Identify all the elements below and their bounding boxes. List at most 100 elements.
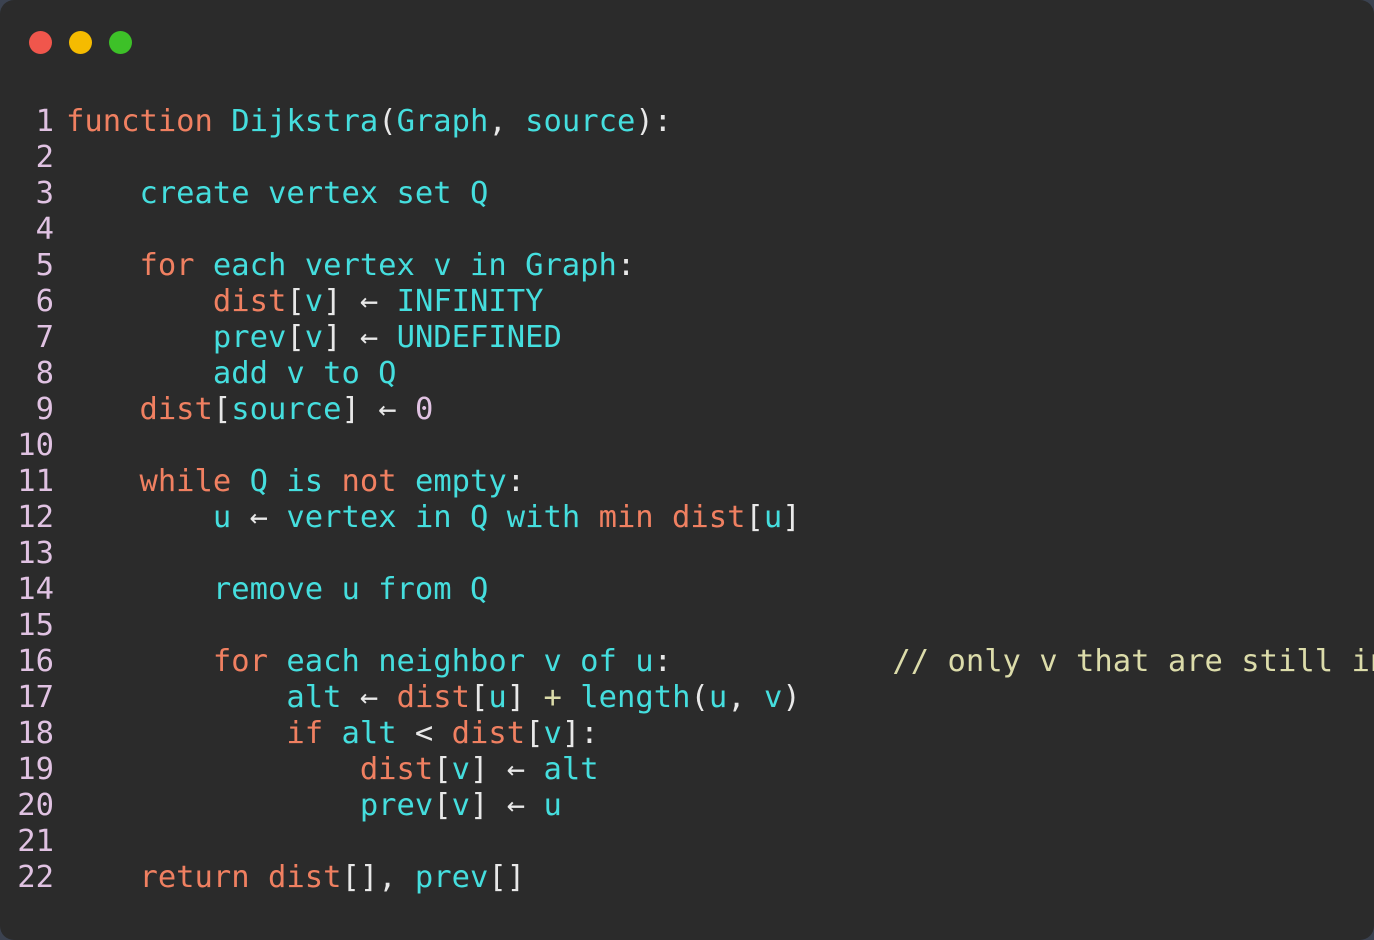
token-id: each vertex v in Graph [212, 248, 617, 283]
token-punct [66, 860, 139, 895]
code-editor-content[interactable]: 1 function Dijkstra(Graph, source): 2 3 cre… [0, 84, 1374, 940]
line-content: create vertex set Q [66, 176, 1374, 212]
token-punct: [ [745, 500, 764, 535]
token-punct: ]: [561, 716, 599, 751]
window-titlebar [0, 0, 1374, 84]
token-punct: : [506, 464, 526, 499]
token-punct: ] [341, 392, 379, 427]
token-kw: return [139, 860, 250, 895]
token-kw: dist [672, 500, 746, 535]
code-line[interactable]: 22 return dist[], prev[] [0, 860, 1374, 896]
token-punct [378, 320, 396, 355]
token-id: u [212, 500, 232, 535]
line-number: 12 [17, 500, 54, 535]
token-kw: dist [268, 860, 342, 895]
code-line[interactable]: 1 function Dijkstra(Graph, source): [0, 104, 1374, 140]
token-punct [562, 680, 580, 715]
token-punct [323, 716, 341, 751]
token-id: source [525, 104, 636, 139]
line-content: return dist[], prev[] [66, 860, 1374, 896]
token-arrow: ← [359, 320, 379, 355]
line-content: add v to Q [66, 356, 1374, 392]
close-window-button[interactable] [29, 30, 52, 54]
code-line[interactable]: 2 [0, 140, 1374, 176]
token-punct [378, 680, 396, 715]
token-comment: // only v that are still in Q [892, 644, 1374, 679]
token-punct: ] [470, 752, 507, 787]
token-punct [268, 644, 286, 679]
code-line[interactable]: 21 [0, 824, 1374, 860]
token-punct: < [396, 716, 452, 751]
code-line[interactable]: 8 add v to Q [0, 356, 1374, 392]
token-id: alt [286, 680, 342, 715]
token-punct: : [653, 644, 673, 679]
line-number: 18 [17, 716, 54, 751]
code-line[interactable]: 15 [0, 608, 1374, 644]
line-content: dist[source] ← 0 [66, 392, 1374, 428]
token-punct: ] [506, 680, 544, 715]
code-line[interactable]: 5 for each vertex v in Graph: [0, 248, 1374, 284]
line-number: 8 [35, 356, 54, 391]
code-line[interactable]: 4 [0, 212, 1374, 248]
token-punct: : [616, 248, 636, 283]
token-kw: if [286, 716, 324, 751]
token-punct: [ [286, 284, 305, 319]
token-id: prev [212, 320, 287, 355]
token-id: v [304, 320, 324, 355]
code-line[interactable]: 3 create vertex set Q [0, 176, 1374, 212]
code-editor-window: 1 function Dijkstra(Graph, source): 2 3 cre… [0, 0, 1374, 940]
code-line[interactable]: 13 [0, 536, 1374, 572]
token-arrow: ← [506, 752, 526, 787]
line-number: 6 [35, 284, 54, 319]
line-content: while Q is not empty: [66, 464, 1374, 500]
code-line[interactable]: 9 dist[source] ← 0 [0, 392, 1374, 428]
token-arrow: ← [506, 788, 526, 823]
token-punct [66, 500, 213, 535]
token-id: UNDEFINED [396, 320, 562, 355]
code-line[interactable]: 14 remove u from Q [0, 572, 1374, 608]
code-line[interactable]: 6 dist[v] ← INFINITY [0, 284, 1374, 320]
code-line[interactable]: 10 [0, 428, 1374, 464]
token-id: u [543, 788, 562, 823]
code-line[interactable]: 20 prev[v] ← u [0, 788, 1374, 824]
token-punct: ) [782, 680, 801, 715]
token-punct: [] [488, 860, 526, 895]
token-id: u [708, 680, 728, 715]
token-punct: [ [470, 680, 489, 715]
code-line[interactable]: 11 while Q is not empty: [0, 464, 1374, 500]
line-number: 20 [17, 788, 54, 823]
token-punct: , [488, 104, 526, 139]
code-line[interactable]: 17 alt ← dist[u] + length(u, v) [0, 680, 1374, 716]
token-punct [268, 500, 286, 535]
token-id: source [231, 392, 342, 427]
token-id: v [763, 680, 783, 715]
code-line[interactable]: 12 u ← vertex in Q with min dist[u] [0, 500, 1374, 536]
line-number: 2 [35, 140, 54, 175]
code-line[interactable]: 7 prev[v] ← UNDEFINED [0, 320, 1374, 356]
code-line[interactable]: 16 for each neighbor v of u: // only v t… [0, 644, 1374, 680]
token-punct: [ [212, 392, 232, 427]
line-content: dist[v] ← INFINITY [66, 284, 1374, 320]
token-punct: ] [470, 788, 507, 823]
token-punct [250, 860, 268, 895]
line-content: remove u from Q [66, 572, 1374, 608]
token-punct: ): [635, 104, 673, 139]
token-arrow: ← [359, 680, 379, 715]
token-punct [525, 788, 543, 823]
token-punct [66, 680, 286, 715]
minimize-window-button[interactable] [69, 30, 92, 54]
token-punct [66, 392, 139, 427]
code-line[interactable]: 18 if alt < dist[v]: [0, 716, 1374, 752]
line-content: prev[v] ← u [66, 788, 1374, 824]
maximize-window-button[interactable] [109, 30, 132, 54]
line-number: 14 [17, 572, 54, 607]
line-content: if alt < dist[v]: [66, 716, 1374, 752]
token-kw: not [341, 464, 397, 499]
token-punct [66, 284, 213, 319]
line-content: for each neighbor v of u: // only v that… [66, 644, 1374, 680]
token-id: alt [341, 716, 397, 751]
token-punct [195, 248, 213, 283]
token-punct: [ [286, 320, 305, 355]
token-id: v [451, 788, 471, 823]
code-line[interactable]: 19 dist[v] ← alt [0, 752, 1374, 788]
